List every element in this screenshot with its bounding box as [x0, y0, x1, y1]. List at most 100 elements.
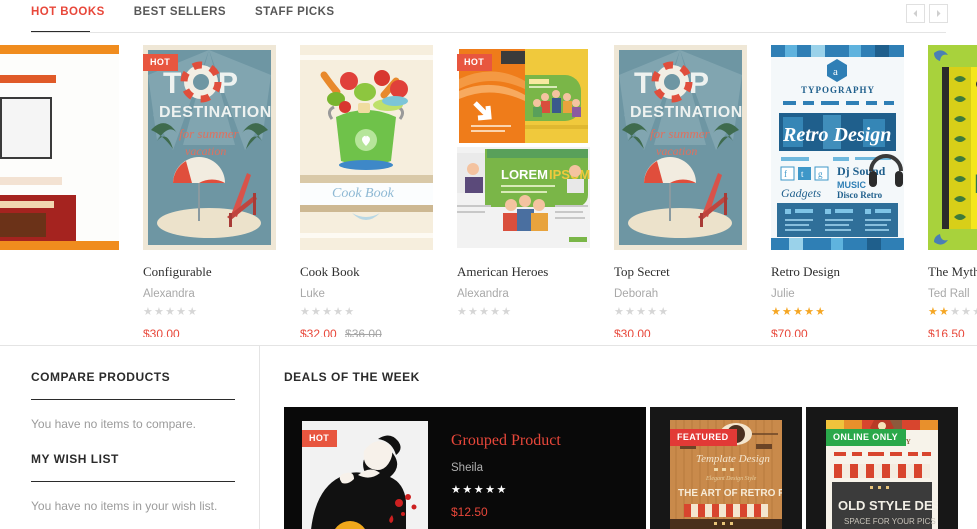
- svg-text:MUSIC: MUSIC: [837, 180, 867, 190]
- product-price: $70.00: [771, 326, 808, 337]
- product-carousel[interactable]: T P DESTINATION for summer vacation HOT …: [0, 45, 977, 337]
- svg-text:f: f: [784, 169, 787, 179]
- carousel-track: T P DESTINATION for summer vacation HOT …: [0, 45, 977, 337]
- product-author: Alexandra: [457, 287, 509, 300]
- svg-text:for summer: for summer: [650, 126, 711, 141]
- compare-products-heading: COMPARE PRODUCTS: [31, 370, 235, 400]
- tab-list: HOT BOOKS BEST SELLERS STAFF PICKS: [31, 4, 364, 28]
- lower-section: COMPARE PRODUCTS You have no items to co…: [0, 345, 977, 529]
- deal-card-old-style-design[interactable]: TYPOGRAPHY: [806, 407, 958, 529]
- product-info-partial: [0, 250, 119, 264]
- book-cover-cook-book: Cook Book: [300, 45, 433, 250]
- compare-products-empty-text: You have no items to compare.: [31, 417, 196, 431]
- product-title[interactable]: Cook Book: [300, 264, 433, 280]
- product-info-retro-design: Retro Design Julie ★★★★★ $70.00: [771, 250, 904, 337]
- svg-text:Dj Sound: Dj Sound: [837, 164, 886, 178]
- product-rating[interactable]: ★★★★★: [771, 306, 904, 319]
- product-title[interactable]: The Myths: [928, 264, 977, 280]
- tab-hot-books[interactable]: HOT BOOKS: [31, 4, 105, 28]
- product-author: Julie: [771, 287, 795, 300]
- tab-staff-picks[interactable]: STAFF PICKS: [255, 4, 335, 28]
- svg-text:T: T: [163, 67, 182, 100]
- deal-product-title[interactable]: Grouped Product: [451, 432, 561, 450]
- product-card-top-secret[interactable]: T P DESTINATION for summer vacation Top …: [590, 45, 747, 337]
- product-card-partial[interactable]: [0, 45, 119, 337]
- product-info-cook-book: Cook Book Luke ★★★★★ $32.00 $36.00: [300, 250, 433, 337]
- deal-badge-featured: FEATURED: [670, 429, 737, 446]
- product-author: Luke: [300, 287, 325, 300]
- product-card-configurable[interactable]: T P DESTINATION for summer vacation HOT …: [119, 45, 276, 337]
- product-title[interactable]: Configurable: [143, 264, 276, 280]
- tabs-bar: HOT BOOKS BEST SELLERS STAFF PICKS: [0, 0, 977, 33]
- product-rating[interactable]: ★★★★★: [457, 306, 590, 319]
- product-info-top-secret: Top Secret Deborah ★★★★★ $30.00: [614, 250, 747, 337]
- sidebar: COMPARE PRODUCTS You have no items to co…: [0, 346, 260, 529]
- svg-text:for summer: for summer: [179, 126, 240, 141]
- product-carousel-page: HOT BOOKS BEST SELLERS STAFF PICKS T P D…: [0, 0, 977, 529]
- product-rating[interactable]: ★★★★★: [928, 306, 977, 319]
- svg-text:LOREM: LOREM: [501, 167, 548, 182]
- product-card-retro-design[interactable]: a TYPOGRAPHY Retro Design f t g Dj Sound…: [747, 45, 904, 337]
- chevron-right-icon: [937, 10, 941, 17]
- svg-text:a: a: [833, 66, 838, 78]
- svg-text:THE ART OF RETRO POSTERS: THE ART OF RETRO POSTERS: [678, 488, 782, 499]
- product-badge-hot: HOT: [143, 54, 179, 71]
- svg-text:SPACE FOR YOUR PICS: SPACE FOR YOUR PICS: [844, 517, 936, 526]
- deals-row: HOT Grouped Product Sheila ★★★★★ $12.50: [284, 407, 977, 529]
- product-price-row: $30.00: [614, 328, 747, 337]
- svg-text:g: g: [818, 169, 823, 179]
- svg-text:DESTINATION: DESTINATION: [630, 104, 743, 121]
- product-title[interactable]: American Heroes: [457, 264, 590, 280]
- product-old-price: $36.00: [345, 326, 382, 337]
- svg-text:Elegant Design Style: Elegant Design Style: [705, 476, 757, 482]
- product-price: $32.00: [300, 326, 337, 337]
- tab-best-sellers[interactable]: BEST SELLERS: [134, 4, 226, 28]
- deal-product-price: $12.50: [451, 505, 488, 519]
- product-image-cook-book[interactable]: Cook Book: [300, 45, 433, 250]
- product-image-top-secret[interactable]: T P DESTINATION for summer vacation: [614, 45, 747, 250]
- wishlist-block: MY WISH LIST You have no items in your w…: [31, 452, 235, 513]
- deal-product-rating[interactable]: ★★★★★: [451, 483, 561, 496]
- product-card-american-heroes[interactable]: LOREM IPSUM HOT American Heroes Alexandr…: [433, 45, 590, 337]
- product-price: $30.00: [143, 326, 180, 337]
- book-cover-myths: MYTHS: [928, 45, 977, 250]
- carousel-next-button[interactable]: [929, 4, 948, 23]
- carousel-prev-button[interactable]: [906, 4, 925, 23]
- product-title[interactable]: Top Secret: [614, 264, 747, 280]
- svg-text:Retro Design: Retro Design: [782, 124, 891, 146]
- svg-text:Template Design: Template Design: [696, 453, 770, 465]
- svg-text:DESTINATION: DESTINATION: [159, 104, 272, 121]
- chevron-left-icon: [913, 10, 917, 17]
- product-info-the-myths: The Myths Ted Rall ★★★★★ $16.50: [928, 250, 977, 337]
- product-image-partial[interactable]: [0, 45, 119, 250]
- deal-info: Grouped Product Sheila ★★★★★ $12.50: [428, 421, 561, 529]
- svg-text:vacation: vacation: [185, 144, 226, 158]
- svg-text:Disco Retro: Disco Retro: [837, 190, 883, 200]
- product-image-configurable[interactable]: T P DESTINATION for summer vacation HOT: [143, 45, 276, 250]
- product-info-american-heroes: American Heroes Alexandra ★★★★★: [457, 250, 590, 319]
- carousel-nav: [906, 4, 948, 23]
- book-cover-retro-design: a TYPOGRAPHY Retro Design f t g Dj Sound…: [771, 45, 904, 250]
- book-cover-partial: [0, 45, 119, 250]
- deal-product-image[interactable]: HOT: [302, 421, 428, 529]
- deal-product-author: Sheila: [451, 462, 483, 474]
- product-badge-hot: HOT: [457, 54, 493, 71]
- deal-card-grouped-product[interactable]: HOT Grouped Product Sheila ★★★★★ $12.50: [284, 407, 646, 529]
- product-author: Alexandra: [143, 287, 195, 300]
- svg-text:T: T: [634, 67, 652, 100]
- product-rating[interactable]: ★★★★★: [143, 306, 276, 319]
- deal-side-image-2[interactable]: TYPOGRAPHY: [826, 420, 938, 529]
- product-image-retro-design[interactable]: a TYPOGRAPHY Retro Design f t g Dj Sound…: [771, 45, 904, 250]
- product-price-row: $30.00: [143, 328, 276, 337]
- product-rating[interactable]: ★★★★★: [614, 306, 747, 319]
- product-card-cook-book[interactable]: Cook Book Cook Book Luke ★★★★★ $32.00 $3…: [276, 45, 433, 337]
- product-image-the-myths[interactable]: MYTHS: [928, 45, 977, 250]
- deal-card-retro-posters[interactable]: Template Design Elegant Design Style THE…: [650, 407, 802, 529]
- product-title[interactable]: Retro Design: [771, 264, 904, 280]
- product-image-american-heroes[interactable]: LOREM IPSUM HOT: [457, 45, 590, 250]
- product-card-the-myths[interactable]: MYTHS The Myths Ted Rall ★★★★★ $16.50: [904, 45, 977, 337]
- product-price: $30.00: [614, 326, 651, 337]
- product-rating[interactable]: ★★★★★: [300, 306, 433, 319]
- deal-side-image-1[interactable]: Template Design Elegant Design Style THE…: [670, 420, 782, 529]
- deal-badge-online-only: ONLINE ONLY: [826, 429, 907, 446]
